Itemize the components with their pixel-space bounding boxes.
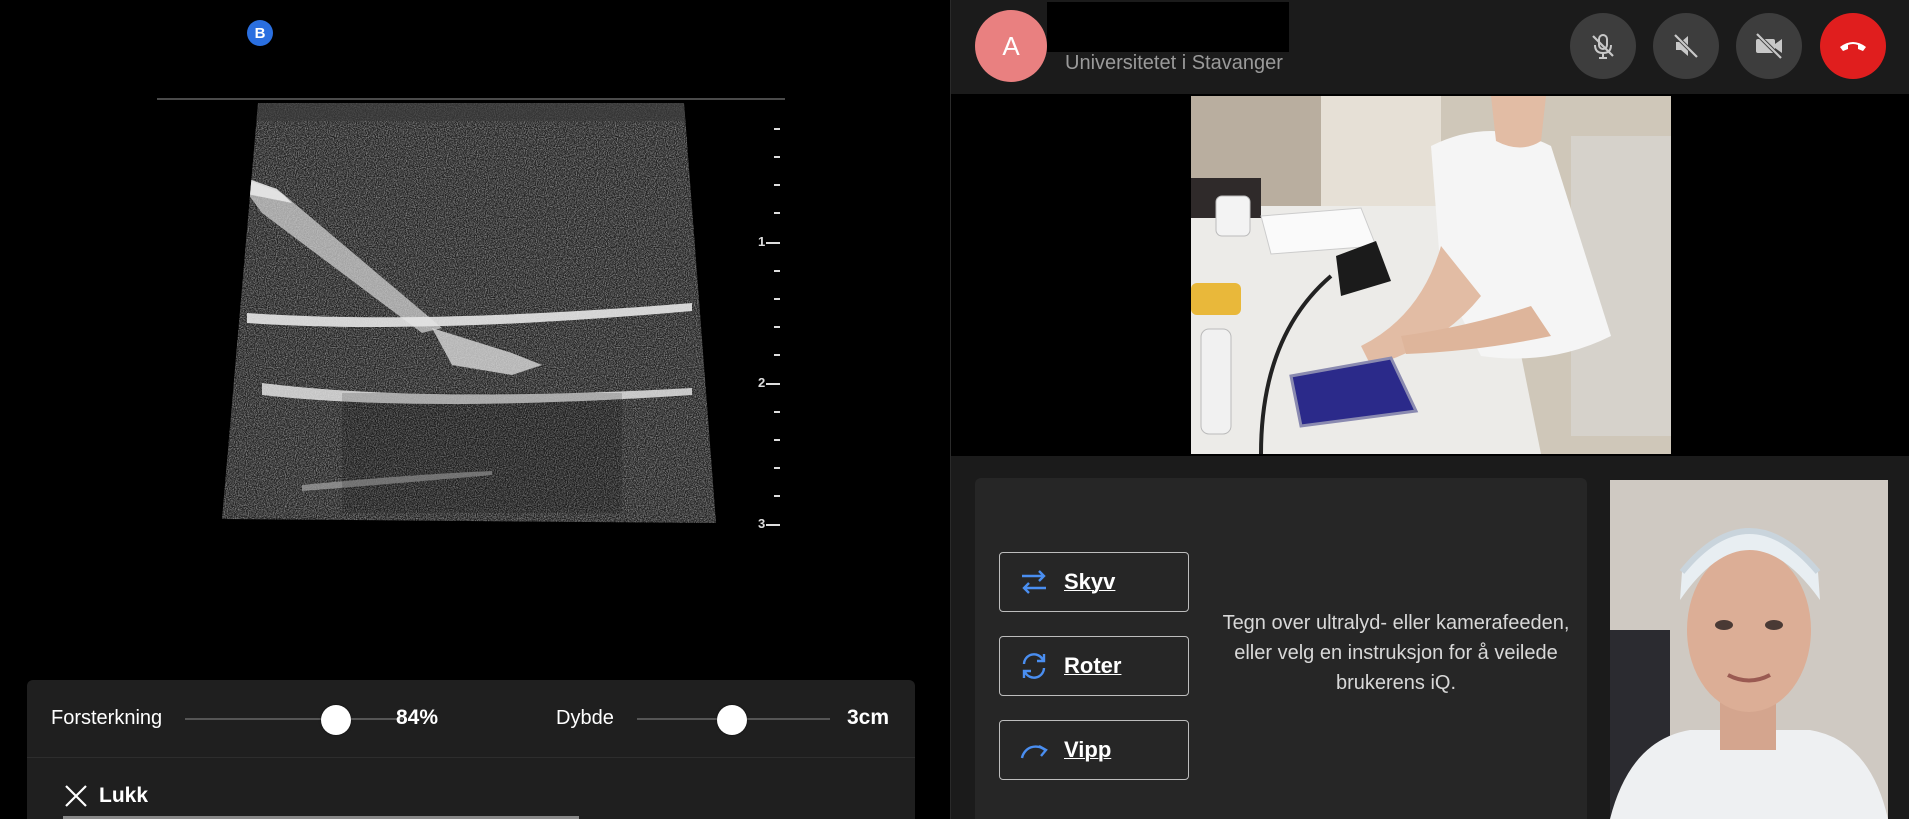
instruction-hint: Tegn over ultralyd- eller kamerafeeden, … xyxy=(1222,612,1570,694)
skyv-button[interactable]: Skyv xyxy=(999,552,1189,612)
slide-arrows-icon xyxy=(1022,570,1046,594)
mic-muted-icon xyxy=(1592,34,1614,59)
end-call-icon xyxy=(1840,42,1866,51)
mute-speaker-button[interactable] xyxy=(1653,13,1719,79)
instruction-panel: Skyv Roter Vipp Tegn over ultralyd- elle… xyxy=(975,478,1587,819)
roter-button[interactable]: Roter xyxy=(999,636,1189,696)
depth-label-3: 3 xyxy=(758,516,766,531)
end-call-button[interactable] xyxy=(1820,13,1886,79)
avatar: A xyxy=(975,10,1047,82)
call-header: A Universitetet i Stavanger xyxy=(951,0,1909,94)
depth-scale: 1 2 3 xyxy=(740,120,790,540)
tilt-icon xyxy=(1020,744,1048,759)
close-label: Lukk xyxy=(99,784,149,807)
rotate-icon xyxy=(1022,653,1046,679)
depth-label-2: 2 xyxy=(758,375,766,390)
ultrasound-image[interactable] xyxy=(222,103,722,523)
depth-label-1: 1 xyxy=(758,234,766,249)
gain-value: 84% xyxy=(396,706,439,729)
lower-area: Skyv Roter Vipp Tegn over ultralyd- elle… xyxy=(951,456,1909,819)
imaging-controls: Forsterkning 84% Dybde 3cm Lukk xyxy=(27,680,915,819)
camera-toggle-button[interactable] xyxy=(1736,13,1802,79)
mute-mic-button[interactable] xyxy=(1570,13,1636,79)
depth-value: 3cm xyxy=(847,706,890,729)
close-icon xyxy=(65,785,87,807)
camera-off-icon xyxy=(1755,32,1783,60)
depth-slider-knob[interactable] xyxy=(717,705,747,735)
vipp-button[interactable]: Vipp xyxy=(999,720,1189,780)
gain-slider-knob[interactable] xyxy=(321,705,351,735)
roter-label: Roter xyxy=(1064,653,1122,678)
self-video xyxy=(1610,480,1888,819)
controls-row: Forsterkning 84% Dybde 3cm xyxy=(27,680,915,758)
skyv-label: Skyv xyxy=(1064,569,1116,594)
remote-video-area xyxy=(951,94,1909,456)
ultrasound-pane: B 1 2 3 Forsterkning 84% Dybde 3cm Lukk xyxy=(0,0,950,819)
gain-label: Forsterkning xyxy=(51,707,163,729)
mode-badge: B xyxy=(247,20,273,46)
vipp-label: Vipp xyxy=(1064,737,1112,762)
caller-name-redacted xyxy=(1047,2,1289,52)
caller-organization: Universitetet i Stavanger xyxy=(1065,52,1283,74)
call-pane: A Universitetet i Stavanger Skyv Roter V… xyxy=(951,0,1909,819)
speaker-muted-icon xyxy=(1673,33,1699,59)
ultrasound-top-line xyxy=(157,98,785,100)
camera-feed[interactable] xyxy=(1191,96,1671,454)
gain-slider-track[interactable] xyxy=(185,718,403,720)
close-button[interactable]: Lukk xyxy=(63,783,148,809)
depth-label: Dybde xyxy=(556,707,614,729)
